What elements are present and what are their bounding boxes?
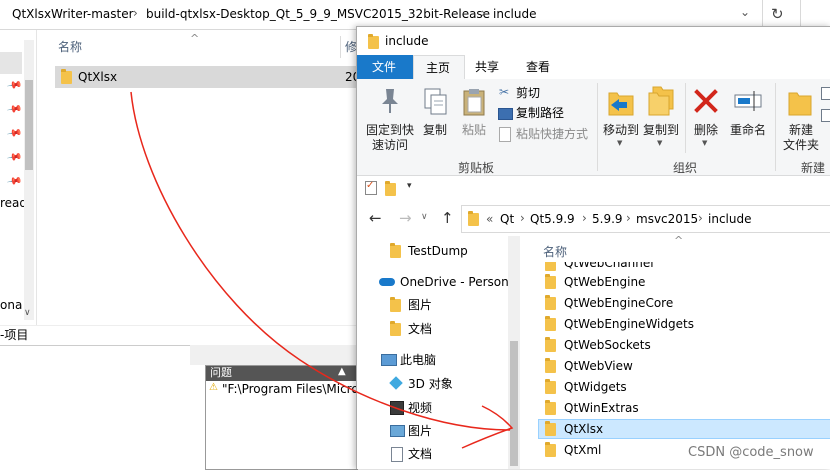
annotation-arrow [130, 91, 514, 449]
watermark: CSDN @code_snow [688, 445, 814, 460]
